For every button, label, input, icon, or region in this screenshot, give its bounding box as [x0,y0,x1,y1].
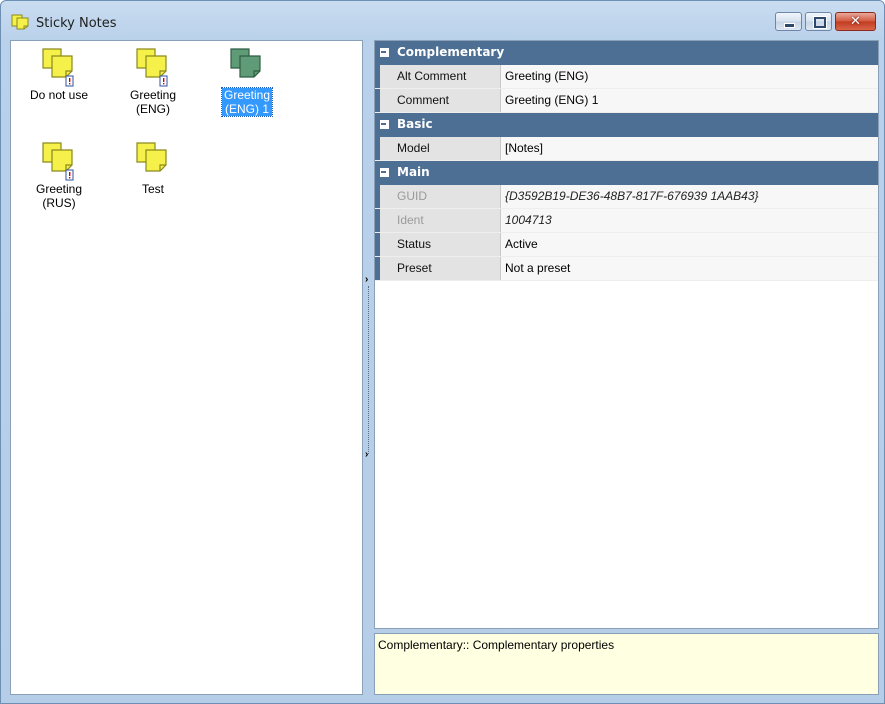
note-item[interactable]: Do not use [19,47,99,102]
property-name[interactable]: Status [380,233,501,256]
note-label-line: (ENG) [136,102,170,116]
category-main[interactable]: Main [375,161,878,185]
property-name[interactable]: Model [380,137,501,160]
property-value[interactable]: Greeting (ENG) [501,65,878,88]
note-label: Greeting (RUS) [34,182,84,210]
note-item[interactable]: Greeting (RUS) [19,141,99,210]
property-value[interactable]: Not a preset [501,257,878,280]
sticky-note-icon [42,48,74,87]
category-label: Main [397,165,430,179]
note-item[interactable]: Greeting (ENG) [113,47,193,116]
property-value[interactable]: [Notes] [501,137,878,160]
property-value[interactable]: 1004713 [501,209,878,232]
property-name[interactable]: GUID [380,185,501,208]
chevron-right-icon[interactable]: › [365,275,368,285]
maximize-icon [814,17,826,28]
property-row[interactable]: GUID {D3592B19-DE36-48B7-817F-676939 1AAB… [375,185,878,209]
property-grid[interactable]: Complementary Alt Comment Greeting (ENG) Co… [374,40,879,629]
category-basic[interactable]: Basic [375,113,878,137]
property-name[interactable]: Ident [380,209,501,232]
property-description: Complementary:: Complementary properties [374,633,879,695]
title-bar[interactable]: Sticky Notes ✕ [1,1,884,39]
note-item[interactable]: Test [113,141,193,196]
collapse-icon[interactable] [380,120,389,129]
note-label-line: Greeting [223,88,271,102]
property-value[interactable]: Active [501,233,878,256]
minimize-button[interactable] [775,12,802,31]
description-text: Complementary:: Complementary properties [378,638,615,652]
note-label-line: Do not use [29,88,89,102]
note-label: Greeting (ENG) [128,88,178,116]
notes-list-view[interactable]: Do not use Greeting (ENG) Greeting (ENG) 1 Gr… [10,40,363,695]
sticky-note-icon [136,48,168,87]
property-value[interactable]: {D3592B19-DE36-48B7-817F-676939 1AAB43} [501,185,878,208]
property-row[interactable]: Status Active [375,233,878,257]
panel-splitter[interactable]: › › [364,40,373,695]
sticky-notes-app-icon [11,14,29,30]
note-item[interactable]: Greeting (ENG) 1 [207,47,287,117]
category-complementary[interactable]: Complementary [375,41,878,65]
note-label-line: (RUS) [42,196,76,210]
property-row[interactable]: Alt Comment Greeting (ENG) [375,65,878,89]
property-row[interactable]: Ident 1004713 [375,209,878,233]
collapse-icon[interactable] [380,168,389,177]
sticky-note-icon [136,142,167,172]
property-row[interactable]: Comment Greeting (ENG) 1 [375,89,878,113]
note-label: Greeting (ENG) 1 [220,87,274,117]
collapse-icon[interactable] [380,48,389,57]
note-label-line: (ENG) 1 [224,102,269,116]
close-icon: ✕ [850,14,861,29]
property-name[interactable]: Alt Comment [380,65,501,88]
property-row[interactable]: Model [Notes] [375,137,878,161]
property-name[interactable]: Comment [380,89,501,112]
splitter-grip [368,286,369,454]
property-row[interactable]: Preset Not a preset [375,257,878,281]
sticky-note-icon [42,142,74,181]
note-label: Test [140,182,166,196]
main-window: Sticky Notes ✕ Do not use Greeting (ENG) Gr… [0,0,885,704]
window-controls: ✕ [772,12,876,33]
maximize-button[interactable] [805,12,832,31]
minimize-icon [784,23,795,28]
sticky-note-icon [230,48,261,78]
property-value[interactable]: Greeting (ENG) 1 [501,89,878,112]
note-label-line: Test [141,182,164,196]
note-label-line: Greeting [129,88,177,102]
note-label-line: Greeting [35,182,83,196]
category-label: Complementary [397,45,505,59]
chevron-right-icon[interactable]: › [365,450,368,460]
window-title: Sticky Notes [36,16,117,31]
note-label: Do not use [28,88,90,102]
property-name[interactable]: Preset [380,257,501,280]
category-label: Basic [397,117,433,131]
close-button[interactable]: ✕ [835,12,876,31]
